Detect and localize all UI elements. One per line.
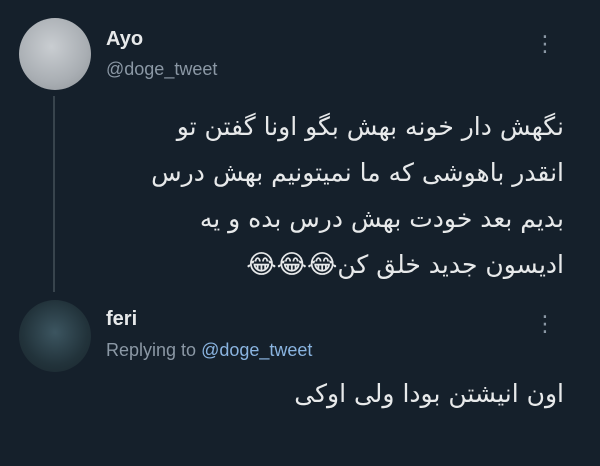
more-vertical-icon: ⋮ (534, 312, 556, 337)
tweet-text-line: نگهش دار خونه بهش بگو اونا گفتن تو (176, 112, 564, 141)
thread-line (53, 96, 55, 292)
laughing-emoji-icon: 😂😂😂 (246, 250, 338, 280)
replying-prefix: Replying to (106, 340, 197, 360)
tweet-text: نگهش دار خونه بهش بگو اونا گفتن تو انقدر… (84, 104, 564, 288)
tweet-text-line: ادیسون جدید خلق کن😂😂😂 (84, 242, 564, 288)
tweet-text-line: بدیم بعد خودت بهش درس بده و یه (199, 204, 564, 233)
author-name[interactable]: feri (106, 308, 137, 331)
tweet-text-last: ادیسون جدید خلق کن (337, 250, 564, 279)
more-options-button[interactable]: ⋮ (534, 312, 556, 356)
avatar[interactable] (19, 300, 91, 372)
tweet-text-line: انقدر باهوشی که ما نمیتونیم بهش درس (151, 158, 564, 187)
reply-text: اون انیشتن بودا ولی اوکی (294, 379, 564, 408)
avatar[interactable] (19, 18, 91, 90)
author-handle[interactable]: @doge_tweet (106, 59, 217, 80)
more-options-button[interactable]: ⋮ (534, 32, 556, 76)
replying-mention-link[interactable]: @doge_tweet (201, 340, 312, 360)
more-vertical-icon: ⋮ (534, 32, 556, 57)
author-name[interactable]: Ayo (106, 28, 143, 51)
replying-to: Replying to @doge_tweet (106, 340, 312, 361)
